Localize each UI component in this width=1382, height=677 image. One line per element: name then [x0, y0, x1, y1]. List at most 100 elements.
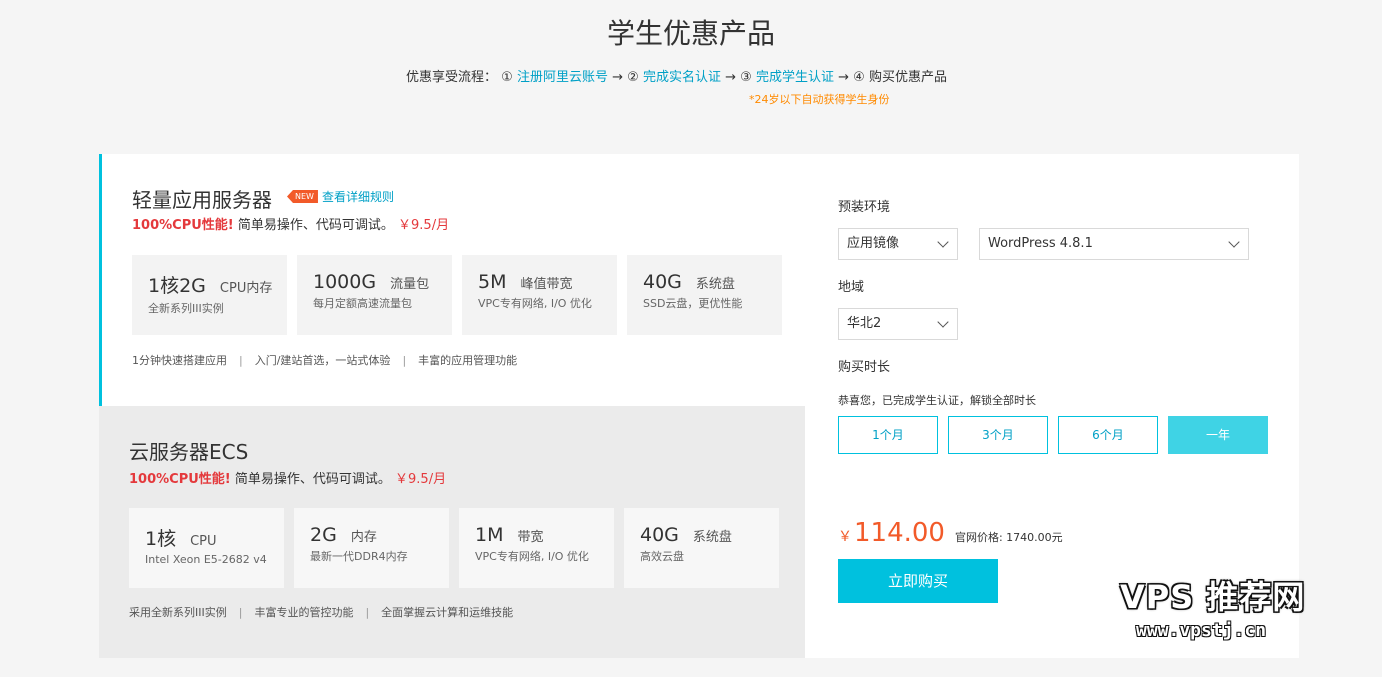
step-2-num: ② — [627, 70, 639, 85]
product-ecs-server[interactable]: 云服务器ECS 100%CPU性能! 简单易操作、代码可调试。 ￥9.5/月 1… — [99, 406, 805, 658]
cpu-highlight: 100%CPU性能! — [132, 218, 234, 233]
duration-options: 1个月 3个月 6个月 一年 — [838, 416, 1268, 454]
product-panel: 轻量应用服务器 NEW 查看详细规则 100%CPU性能! 简单易操作、代码可调… — [99, 154, 1299, 658]
spec-card-disk: 40G 系统盘 SSD云盘，更优性能 — [627, 255, 782, 335]
price-display: ￥114.00 官网价格: 1740.00元 — [838, 518, 1063, 548]
student-unlock-message: 恭喜您，已完成学生认证，解锁全部时长 — [838, 394, 1036, 407]
feature-item: 采用全新系列III实例 — [129, 606, 227, 619]
step-4-num: ④ — [853, 70, 865, 85]
feature-list: 采用全新系列III实例 | 丰富专业的管控功能 | 全面掌握云计算和运维技能 — [129, 604, 513, 620]
chevron-down-icon — [1228, 236, 1240, 248]
image-type-value: 应用镜像 — [847, 236, 900, 251]
spec-row: 1核2G CPU内存 全新系列III实例 1000G 流量包 每月定额高速流量包 5… — [132, 255, 782, 335]
feature-item: 全面掌握云计算和运维技能 — [381, 606, 514, 619]
spec-sub: 全新系列III实例 — [148, 302, 224, 315]
image-version-value: WordPress 4.8.1 — [988, 236, 1093, 251]
watermark-logo: VPS 推荐网 — [1120, 578, 1306, 616]
spec-value: 1核2G — [148, 275, 206, 297]
step-1-num: ① — [501, 70, 513, 85]
step-3-num: ③ — [740, 70, 752, 85]
spec-unit: 内存 — [350, 530, 377, 545]
realname-auth-link[interactable]: 完成实名认证 — [643, 70, 721, 85]
feature-separator: | — [365, 606, 370, 619]
spec-unit: 系统盘 — [695, 277, 735, 292]
spec-unit: CPU — [190, 534, 217, 549]
spec-unit: 系统盘 — [692, 530, 732, 545]
spec-sub: 高效云盘 — [640, 550, 684, 563]
currency-symbol: ￥ — [838, 529, 852, 545]
spec-value: 2G — [310, 524, 337, 546]
original-price: 官网价格: 1740.00元 — [954, 531, 1063, 544]
flow-label: 优惠享受流程： — [406, 70, 498, 85]
spec-sub: 每月定额高速流量包 — [313, 297, 412, 310]
spec-unit: 带宽 — [517, 530, 544, 545]
region-label: 地域 — [838, 280, 865, 295]
spec-sub: Intel Xeon E5-2682 v4 — [145, 553, 267, 566]
student-auth-link[interactable]: 完成学生认证 — [756, 70, 834, 85]
duration-1-month-button[interactable]: 1个月 — [838, 416, 938, 454]
flow-arrow: → — [612, 70, 624, 85]
step-4-label: 购买优惠产品 — [868, 70, 947, 85]
spec-sub: SSD云盘，更优性能 — [643, 297, 743, 310]
product-price: ￥9.5/月 — [398, 218, 450, 233]
spec-card-disk: 40G 系统盘 高效云盘 — [624, 508, 779, 588]
spec-unit: CPU内存 — [219, 281, 273, 296]
spec-value: 1000G — [313, 271, 377, 293]
product-title: 云服务器ECS — [129, 440, 249, 464]
duration-6-month-button[interactable]: 6个月 — [1058, 416, 1158, 454]
duration-1-year-button[interactable]: 一年 — [1168, 416, 1268, 454]
duration-3-month-button[interactable]: 3个月 — [948, 416, 1048, 454]
product-desc: 简单易操作、代码可调试。 — [237, 218, 394, 233]
total-price: 114.00 — [854, 518, 945, 548]
image-version-select[interactable]: WordPress 4.8.1 — [979, 228, 1249, 260]
spec-sub: 最新一代DDR4内存 — [310, 550, 408, 563]
age-note: *24岁以下自动获得学生身份 — [749, 93, 890, 106]
feature-item: 丰富的应用管理功能 — [418, 354, 518, 367]
spec-card-cpu: 1核 CPU Intel Xeon E5-2682 v4 — [129, 508, 284, 588]
watermark-url: www.vpstj.cn — [1136, 620, 1267, 641]
spec-sub: VPC专有网络, I/O 优化 — [478, 297, 592, 310]
cpu-highlight: 100%CPU性能! — [129, 472, 231, 487]
new-badge: NEW — [287, 190, 318, 203]
flow-arrow: → — [725, 70, 737, 85]
spec-card-traffic: 1000G 流量包 每月定额高速流量包 — [297, 255, 452, 335]
spec-card-bandwidth: 1M 带宽 VPC专有网络, I/O 优化 — [459, 508, 614, 588]
product-tagline: 100%CPU性能! 简单易操作、代码可调试。 ￥9.5/月 — [132, 214, 449, 233]
spec-card-bandwidth: 5M 峰值带宽 VPC专有网络, I/O 优化 — [462, 255, 617, 335]
product-price: ￥9.5/月 — [395, 472, 447, 487]
spec-card-cpu-mem: 1核2G CPU内存 全新系列III实例 — [132, 255, 287, 335]
spec-value: 1M — [475, 524, 504, 546]
flow-arrow: → — [838, 70, 850, 85]
spec-card-memory: 2G 内存 最新一代DDR4内存 — [294, 508, 449, 588]
duration-label: 购买时长 — [838, 360, 891, 375]
spec-unit: 峰值带宽 — [520, 277, 573, 292]
env-label: 预装环境 — [838, 200, 891, 215]
product-lightweight-server[interactable]: 轻量应用服务器 NEW 查看详细规则 100%CPU性能! 简单易操作、代码可调… — [99, 154, 805, 406]
feature-item: 丰富专业的管控功能 — [254, 606, 354, 619]
region-value: 华北2 — [847, 316, 882, 331]
spec-value: 5M — [478, 271, 507, 293]
spec-row: 1核 CPU Intel Xeon E5-2682 v4 2G 内存 最新一代DDR… — [129, 508, 779, 588]
product-title: 轻量应用服务器 — [132, 188, 272, 212]
spec-sub: VPC专有网络, I/O 优化 — [475, 550, 589, 563]
chevron-down-icon — [937, 236, 949, 248]
chevron-down-icon — [937, 316, 949, 328]
product-desc: 简单易操作、代码可调试。 — [234, 472, 391, 487]
view-rules-link[interactable]: 查看详细规则 — [322, 188, 394, 205]
buy-now-button[interactable]: 立即购买 — [838, 559, 998, 603]
register-account-link[interactable]: 注册阿里云账号 — [517, 70, 608, 85]
feature-item: 1分钟快速搭建应用 — [132, 354, 227, 367]
enrollment-flow: 优惠享受流程： ① 注册阿里云账号 → ② 完成实名认证 → ③ 完成学生认证 … — [406, 66, 947, 85]
feature-separator: | — [239, 354, 243, 367]
watermark: VPS 推荐网 www.vpstj.cn — [1120, 572, 1325, 641]
product-tagline: 100%CPU性能! 简单易操作、代码可调试。 ￥9.5/月 — [129, 468, 446, 487]
feature-item: 入门/建站首选，一站式体验 — [254, 354, 391, 367]
spec-value: 40G — [640, 524, 679, 546]
feature-separator: | — [402, 354, 407, 367]
spec-value: 1核 — [145, 528, 177, 550]
region-select[interactable]: 华北2 — [838, 308, 958, 340]
feature-list: 1分钟快速搭建应用 | 入门/建站首选，一站式体验 | 丰富的应用管理功能 — [132, 352, 517, 368]
feature-separator: | — [238, 606, 243, 619]
image-type-select[interactable]: 应用镜像 — [838, 228, 958, 260]
spec-value: 40G — [643, 271, 682, 293]
